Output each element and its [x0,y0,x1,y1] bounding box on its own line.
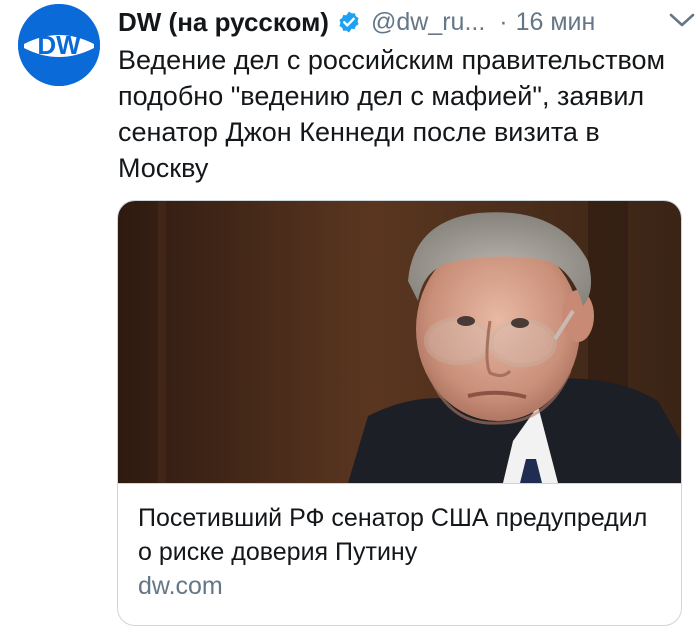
card-domain: dw.com [138,572,223,600]
card-title[interactable]: Посетивший РФ сенатор США предупредил о … [138,501,668,569]
link-card[interactable]: Посетивший РФ сенатор США предупредил о … [117,200,682,626]
card-body: Посетивший РФ сенатор США предупредил о … [138,501,668,603]
display-name[interactable]: DW (на русском) [118,7,329,38]
senator-photo [118,201,681,483]
card-image[interactable] [118,201,681,484]
handle[interactable]: @dw_ru... [371,8,485,37]
avatar[interactable]: DW [18,4,100,86]
tweet-header: DW (на русском) @dw_ru... · 16 мин [118,2,688,42]
svg-text:DW: DW [37,30,81,60]
tweet-text: Ведение дел с российским правительством … [118,45,666,183]
chevron-down-icon[interactable] [666,6,698,34]
verified-badge-icon [337,10,361,34]
tweet[interactable]: DW DW (на русском) @dw_ru... · 16 мин Ве… [0,0,700,634]
timestamp[interactable]: 16 мин [516,8,596,37]
dw-logo-icon: DW [18,4,100,86]
separator-dot: · [499,7,508,36]
